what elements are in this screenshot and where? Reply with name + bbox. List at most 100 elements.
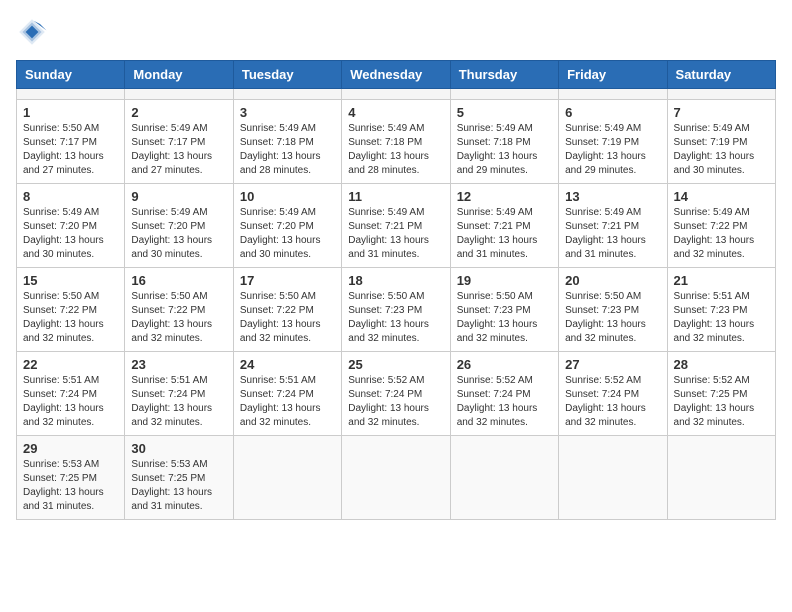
day-info: Sunrise: 5:51 AM Sunset: 7:24 PM Dayligh… bbox=[23, 374, 118, 430]
day-number: 7 bbox=[674, 105, 769, 120]
day-header-wednesday: Wednesday bbox=[342, 61, 450, 89]
calendar-cell: 1Sunrise: 5:50 AM Sunset: 7:17 PM Daylig… bbox=[17, 100, 125, 184]
page-header bbox=[16, 16, 776, 48]
day-number: 2 bbox=[131, 105, 226, 120]
day-number: 4 bbox=[348, 105, 443, 120]
calendar-cell: 29Sunrise: 5:53 AM Sunset: 7:25 PM Dayli… bbox=[17, 436, 125, 520]
day-number: 12 bbox=[457, 189, 552, 204]
calendar-cell: 2 Sunrise: 5:49 AM Sunset: 7:17 PM Daylig… bbox=[125, 100, 233, 184]
calendar-cell: 25 Sunrise: 5:52 AM Sunset: 7:24 PM Dayli… bbox=[342, 352, 450, 436]
day-info: Sunrise: 5:50 AM Sunset: 7:22 PM Dayligh… bbox=[240, 290, 335, 346]
calendar-cell: 11Sunrise: 5:49 AM Sunset: 7:21 PM Dayli… bbox=[342, 184, 450, 268]
calendar-cell: 24 Sunrise: 5:51 AM Sunset: 7:24 PM Dayli… bbox=[233, 352, 341, 436]
day-info: Sunrise: 5:49 AM Sunset: 7:19 PM Dayligh… bbox=[565, 122, 660, 178]
day-info: Sunrise: 5:49 AM Sunset: 7:21 PM Dayligh… bbox=[457, 206, 552, 262]
day-info: Sunrise: 5:49 AM Sunset: 7:20 PM Dayligh… bbox=[240, 206, 335, 262]
day-number: 26 bbox=[457, 357, 552, 372]
day-info: Sunrise: 5:52 AM Sunset: 7:24 PM Dayligh… bbox=[565, 374, 660, 430]
day-info: Sunrise: 5:52 AM Sunset: 7:24 PM Dayligh… bbox=[457, 374, 552, 430]
day-number: 29 bbox=[23, 441, 118, 456]
day-number: 20 bbox=[565, 273, 660, 288]
calendar-cell bbox=[233, 436, 341, 520]
day-info: Sunrise: 5:50 AM Sunset: 7:17 PM Dayligh… bbox=[23, 122, 118, 178]
calendar-cell: 17 Sunrise: 5:50 AM Sunset: 7:22 PM Dayli… bbox=[233, 268, 341, 352]
logo-icon bbox=[16, 16, 48, 48]
calendar-cell: 23Sunrise: 5:51 AM Sunset: 7:24 PM Dayli… bbox=[125, 352, 233, 436]
day-info: Sunrise: 5:49 AM Sunset: 7:22 PM Dayligh… bbox=[674, 206, 769, 262]
calendar-cell: 19 Sunrise: 5:50 AM Sunset: 7:23 PM Dayli… bbox=[450, 268, 558, 352]
calendar-body: 1Sunrise: 5:50 AM Sunset: 7:17 PM Daylig… bbox=[17, 89, 776, 520]
calendar-cell: 9 Sunrise: 5:49 AM Sunset: 7:20 PM Daylig… bbox=[125, 184, 233, 268]
calendar-cell: 4 Sunrise: 5:49 AM Sunset: 7:18 PM Daylig… bbox=[342, 100, 450, 184]
day-header-thursday: Thursday bbox=[450, 61, 558, 89]
calendar-cell bbox=[667, 89, 775, 100]
calendar-cell: 12 Sunrise: 5:49 AM Sunset: 7:21 PM Dayli… bbox=[450, 184, 558, 268]
day-number: 18 bbox=[348, 273, 443, 288]
calendar-cell bbox=[559, 436, 667, 520]
calendar-cell: 26 Sunrise: 5:52 AM Sunset: 7:24 PM Dayli… bbox=[450, 352, 558, 436]
day-number: 16 bbox=[131, 273, 226, 288]
day-info: Sunrise: 5:50 AM Sunset: 7:23 PM Dayligh… bbox=[348, 290, 443, 346]
calendar-cell bbox=[667, 436, 775, 520]
day-number: 25 bbox=[348, 357, 443, 372]
calendar-cell: 16 Sunrise: 5:50 AM Sunset: 7:22 PM Dayli… bbox=[125, 268, 233, 352]
day-number: 28 bbox=[674, 357, 769, 372]
logo bbox=[16, 16, 54, 48]
day-info: Sunrise: 5:51 AM Sunset: 7:23 PM Dayligh… bbox=[674, 290, 769, 346]
calendar-cell: 10 Sunrise: 5:49 AM Sunset: 7:20 PM Dayli… bbox=[233, 184, 341, 268]
calendar-cell: 7 Sunrise: 5:49 AM Sunset: 7:19 PM Daylig… bbox=[667, 100, 775, 184]
calendar-cell: 30 Sunrise: 5:53 AM Sunset: 7:25 PM Dayli… bbox=[125, 436, 233, 520]
day-number: 10 bbox=[240, 189, 335, 204]
calendar-cell: 6Sunrise: 5:49 AM Sunset: 7:19 PM Daylig… bbox=[559, 100, 667, 184]
calendar-cell: 5Sunrise: 5:49 AM Sunset: 7:18 PM Daylig… bbox=[450, 100, 558, 184]
day-number: 30 bbox=[131, 441, 226, 456]
calendar-cell bbox=[450, 89, 558, 100]
day-number: 17 bbox=[240, 273, 335, 288]
day-number: 19 bbox=[457, 273, 552, 288]
day-info: Sunrise: 5:52 AM Sunset: 7:24 PM Dayligh… bbox=[348, 374, 443, 430]
calendar-cell: 8 Sunrise: 5:49 AM Sunset: 7:20 PM Daylig… bbox=[17, 184, 125, 268]
day-number: 27 bbox=[565, 357, 660, 372]
day-info: Sunrise: 5:50 AM Sunset: 7:23 PM Dayligh… bbox=[565, 290, 660, 346]
day-header-friday: Friday bbox=[559, 61, 667, 89]
calendar-week-2: 8 Sunrise: 5:49 AM Sunset: 7:20 PM Daylig… bbox=[17, 184, 776, 268]
calendar-cell: 20 Sunrise: 5:50 AM Sunset: 7:23 PM Dayli… bbox=[559, 268, 667, 352]
day-number: 24 bbox=[240, 357, 335, 372]
calendar-cell: 3Sunrise: 5:49 AM Sunset: 7:18 PM Daylig… bbox=[233, 100, 341, 184]
day-number: 9 bbox=[131, 189, 226, 204]
calendar-cell bbox=[17, 89, 125, 100]
day-header-sunday: Sunday bbox=[17, 61, 125, 89]
day-number: 8 bbox=[23, 189, 118, 204]
calendar-week-0 bbox=[17, 89, 776, 100]
day-info: Sunrise: 5:49 AM Sunset: 7:18 PM Dayligh… bbox=[240, 122, 335, 178]
calendar-cell: 21 Sunrise: 5:51 AM Sunset: 7:23 PM Dayli… bbox=[667, 268, 775, 352]
day-info: Sunrise: 5:49 AM Sunset: 7:18 PM Dayligh… bbox=[348, 122, 443, 178]
day-info: Sunrise: 5:49 AM Sunset: 7:20 PM Dayligh… bbox=[23, 206, 118, 262]
calendar-header: SundayMondayTuesdayWednesdayThursdayFrid… bbox=[17, 61, 776, 89]
calendar-week-3: 15Sunrise: 5:50 AM Sunset: 7:22 PM Dayli… bbox=[17, 268, 776, 352]
header-row: SundayMondayTuesdayWednesdayThursdayFrid… bbox=[17, 61, 776, 89]
day-info: Sunrise: 5:49 AM Sunset: 7:17 PM Dayligh… bbox=[131, 122, 226, 178]
calendar-cell bbox=[559, 89, 667, 100]
calendar-cell: 27 Sunrise: 5:52 AM Sunset: 7:24 PM Dayli… bbox=[559, 352, 667, 436]
day-number: 5 bbox=[457, 105, 552, 120]
day-number: 11 bbox=[348, 189, 443, 204]
day-info: Sunrise: 5:51 AM Sunset: 7:24 PM Dayligh… bbox=[131, 374, 226, 430]
day-info: Sunrise: 5:50 AM Sunset: 7:23 PM Dayligh… bbox=[457, 290, 552, 346]
day-header-saturday: Saturday bbox=[667, 61, 775, 89]
calendar-week-1: 1Sunrise: 5:50 AM Sunset: 7:17 PM Daylig… bbox=[17, 100, 776, 184]
calendar-table: SundayMondayTuesdayWednesdayThursdayFrid… bbox=[16, 60, 776, 520]
day-info: Sunrise: 5:49 AM Sunset: 7:20 PM Dayligh… bbox=[131, 206, 226, 262]
calendar-cell bbox=[125, 89, 233, 100]
calendar-cell: 22 Sunrise: 5:51 AM Sunset: 7:24 PM Dayli… bbox=[17, 352, 125, 436]
day-header-tuesday: Tuesday bbox=[233, 61, 341, 89]
day-info: Sunrise: 5:49 AM Sunset: 7:19 PM Dayligh… bbox=[674, 122, 769, 178]
day-number: 21 bbox=[674, 273, 769, 288]
calendar-cell bbox=[233, 89, 341, 100]
day-info: Sunrise: 5:49 AM Sunset: 7:21 PM Dayligh… bbox=[565, 206, 660, 262]
day-info: Sunrise: 5:51 AM Sunset: 7:24 PM Dayligh… bbox=[240, 374, 335, 430]
day-info: Sunrise: 5:53 AM Sunset: 7:25 PM Dayligh… bbox=[131, 458, 226, 514]
day-number: 22 bbox=[23, 357, 118, 372]
calendar-cell bbox=[342, 89, 450, 100]
day-info: Sunrise: 5:50 AM Sunset: 7:22 PM Dayligh… bbox=[131, 290, 226, 346]
